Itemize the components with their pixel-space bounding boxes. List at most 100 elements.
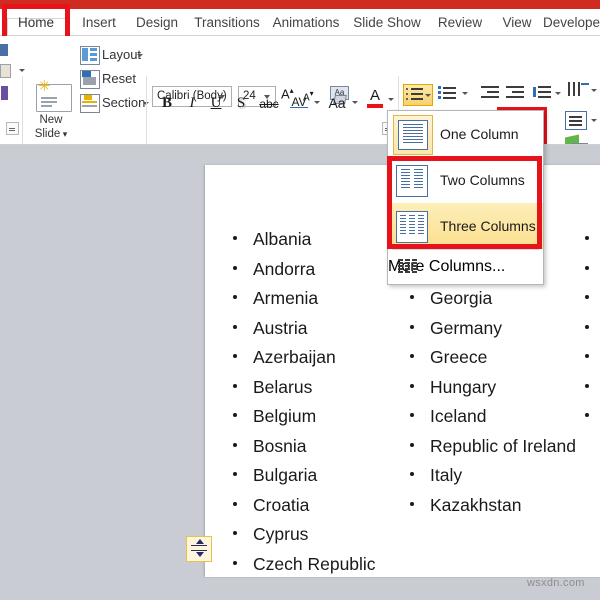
bullet-dot-icon xyxy=(410,472,414,476)
change-case-chevron-down-icon[interactable] xyxy=(352,101,358,104)
slide-bullet-label: Croatia xyxy=(253,494,310,515)
slide-bullet-label: Bosnia xyxy=(253,435,307,456)
slide-bullet-label: Cyprus xyxy=(253,524,309,544)
reset-label: Reset xyxy=(102,71,136,86)
new-slide-button[interactable]: ✳ New Slide ▾ xyxy=(28,78,74,154)
three-columns-label: Three Columns xyxy=(440,218,536,234)
bullet-dot-icon xyxy=(410,295,414,299)
bullet-dot-icon xyxy=(233,383,237,388)
bold-button[interactable]: B xyxy=(158,92,176,114)
line-spacing-button[interactable] xyxy=(532,85,552,103)
three-columns-icon xyxy=(396,211,428,243)
bullet-dot-icon xyxy=(585,383,589,388)
section-label: Section xyxy=(102,95,146,110)
slide-bullet-label: Armenia xyxy=(253,288,319,308)
bullet-dot-icon xyxy=(585,354,589,358)
slide-bullet-label: Germany xyxy=(430,317,502,338)
text-direction-button[interactable] xyxy=(567,82,591,102)
slide-bullet-label: Kazakhstan xyxy=(430,494,522,515)
menu-item-more-columns[interactable]: More Columns... xyxy=(388,250,543,284)
autofit-options-button[interactable] xyxy=(186,536,212,562)
text-shadow-button[interactable]: S xyxy=(232,92,250,114)
text-direction-chevron-down-icon[interactable] xyxy=(591,89,597,92)
tab-design[interactable]: Design xyxy=(130,9,184,36)
bullet-dot-icon xyxy=(585,236,589,240)
bullet-dot-icon xyxy=(233,236,237,240)
new-slide-sparkle-icon: ✳ xyxy=(38,78,51,95)
section-button[interactable]: Section xyxy=(80,92,149,114)
menu-item-two-columns[interactable]: Two Columns xyxy=(388,157,543,203)
bullet-dot-icon xyxy=(233,324,237,329)
paste-icon[interactable] xyxy=(0,44,8,56)
bullets-chevron-down-icon[interactable] xyxy=(425,94,431,97)
autofit-line-top xyxy=(191,545,207,547)
slide-bullet-label: Belgium xyxy=(253,406,317,426)
bullet-dot-icon xyxy=(233,413,237,417)
numbering-button[interactable] xyxy=(437,85,457,103)
increase-indent-button[interactable] xyxy=(506,85,526,103)
bullet-dot-icon xyxy=(233,265,237,270)
slide-bullet-label: Hungary xyxy=(430,376,497,397)
title-bar-strip xyxy=(0,0,600,9)
bullet-dot-icon xyxy=(585,295,589,299)
format-painter-icon[interactable] xyxy=(1,86,8,100)
layout-chevron-down-icon[interactable] xyxy=(137,54,143,57)
tab-view[interactable]: View xyxy=(496,9,538,36)
new-slide-label-line2: Slide xyxy=(34,128,61,140)
tab-developer[interactable]: Developer xyxy=(543,9,600,36)
copy-icon[interactable] xyxy=(0,64,11,78)
bullet-dot-icon xyxy=(410,324,414,329)
line-spacing-chevron-down-icon[interactable] xyxy=(555,92,561,95)
character-spacing-chevron-down-icon[interactable] xyxy=(314,101,320,104)
align-text-chevron-down-icon[interactable] xyxy=(591,119,597,122)
italic-button[interactable]: I xyxy=(184,92,200,114)
strikethrough-button[interactable]: abc xyxy=(256,93,282,115)
tab-animations[interactable]: Animations xyxy=(268,9,344,36)
character-spacing-button[interactable]: AV xyxy=(287,91,311,113)
bullet-dot-icon xyxy=(233,442,237,447)
layout-button[interactable]: Layout xyxy=(80,44,143,66)
slide-bullet-label: Austria xyxy=(253,317,308,338)
autofit-arrow-down-icon xyxy=(196,552,204,557)
reset-button[interactable]: Reset xyxy=(80,68,142,90)
text-direction-icon xyxy=(567,82,591,98)
columns-dropdown-menu[interactable]: One Column Two Columns Three Columns Mor… xyxy=(387,110,544,285)
spacing-arrow-icon xyxy=(290,107,308,108)
menu-item-three-columns[interactable]: Three Columns xyxy=(388,203,543,249)
bullet-dot-icon xyxy=(233,354,237,358)
bullet-dot-icon xyxy=(410,354,414,358)
align-text-button[interactable] xyxy=(565,111,589,131)
font-color-button[interactable]: A xyxy=(366,88,384,110)
change-case-button[interactable]: Aa xyxy=(325,92,349,114)
clipboard-dialog-launcher[interactable] xyxy=(6,122,19,135)
copy-dropdown-chevron-icon[interactable] xyxy=(19,69,25,72)
slide-bullet-label: Iceland xyxy=(430,406,487,426)
bullet-dot-icon xyxy=(410,501,414,506)
ribbon-tab-strip: Home Insert Design Transitions Animation… xyxy=(0,9,600,47)
decrease-indent-button[interactable] xyxy=(481,85,501,103)
slide-bullet-label: Georgia xyxy=(430,288,493,308)
numbering-chevron-down-icon[interactable] xyxy=(462,92,468,95)
section-icon xyxy=(80,94,100,113)
slide-bullet-label: Andorra xyxy=(253,258,316,279)
watermark: wsxdn.com xyxy=(527,577,585,589)
bullets-button[interactable] xyxy=(403,84,433,106)
two-columns-icon xyxy=(396,165,428,197)
tab-transitions[interactable]: Transitions xyxy=(188,9,266,36)
autofit-arrow-up-icon xyxy=(196,539,204,544)
bullets-icon xyxy=(406,87,426,103)
tab-slide-show[interactable]: Slide Show xyxy=(349,9,425,36)
line-spacing-icon xyxy=(532,85,552,101)
new-slide-icon: ✳ xyxy=(36,79,72,112)
tab-insert[interactable]: Insert xyxy=(76,9,122,36)
menu-item-one-column[interactable]: One Column xyxy=(388,111,543,157)
tab-review[interactable]: Review xyxy=(432,9,488,36)
bullet-dot-icon xyxy=(233,501,237,506)
two-columns-label: Two Columns xyxy=(440,172,525,188)
underline-button[interactable]: U xyxy=(207,92,225,114)
decrease-indent-icon xyxy=(481,85,501,101)
font-color-chevron-down-icon[interactable] xyxy=(388,98,394,101)
bullet-dot-icon xyxy=(233,295,237,299)
increase-indent-icon xyxy=(506,85,526,101)
slide-bullet-label: Greece xyxy=(430,347,488,367)
